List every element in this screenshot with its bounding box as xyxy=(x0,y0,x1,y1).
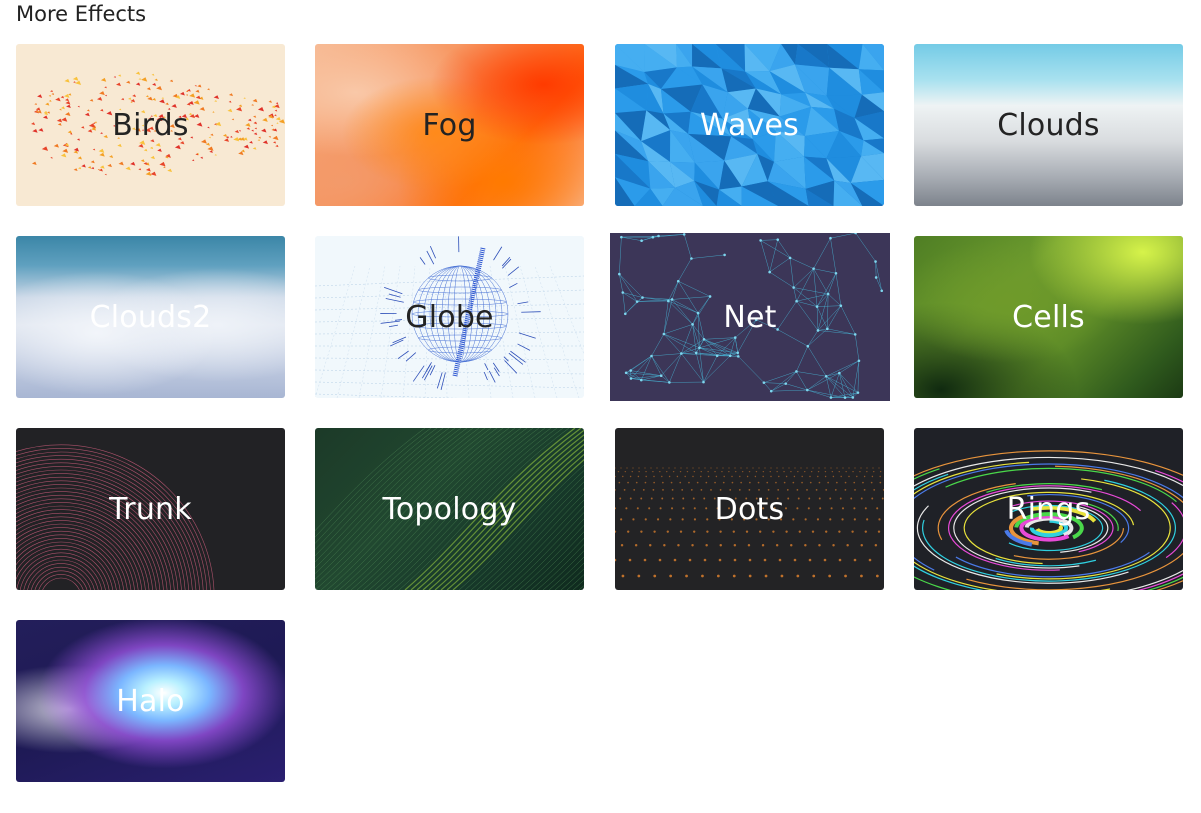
effect-tile-cells[interactable]: Cells xyxy=(914,236,1183,398)
effect-label: Topology xyxy=(382,491,517,527)
effect-tile-rings[interactable]: Rings xyxy=(914,428,1183,590)
effect-label: Globe xyxy=(405,299,494,335)
effect-tile-fog[interactable]: Fog xyxy=(315,44,584,206)
effect-tile-globe[interactable]: Globe xyxy=(315,236,584,398)
effect-label: Waves xyxy=(700,107,799,143)
effect-label: Dots xyxy=(714,491,785,527)
effect-label: Clouds xyxy=(997,107,1100,143)
effect-label: Halo xyxy=(116,683,185,719)
effect-tile-topology[interactable]: Topology xyxy=(315,428,584,590)
effect-tile-birds[interactable]: Birds xyxy=(16,44,285,206)
effects-page: More Effects Birds Fog Waves Clouds Clou… xyxy=(0,0,1201,813)
effect-tile-trunk[interactable]: Trunk xyxy=(16,428,285,590)
effect-tile-waves[interactable]: Waves xyxy=(615,44,884,206)
effect-label: Rings xyxy=(1006,491,1091,527)
effect-label: Trunk xyxy=(109,491,192,527)
effect-tile-halo[interactable]: Halo xyxy=(16,620,285,782)
effect-tile-net[interactable]: Net xyxy=(610,233,890,401)
effect-label: Cells xyxy=(1012,299,1085,335)
effect-label: Clouds2 xyxy=(89,299,212,335)
effect-label: Net xyxy=(723,299,777,335)
effect-label: Birds xyxy=(112,107,189,143)
section-title: More Effects xyxy=(16,2,147,26)
effect-tile-clouds[interactable]: Clouds xyxy=(914,44,1183,206)
effect-tile-dots[interactable]: Dots xyxy=(615,428,884,590)
effect-tile-clouds2[interactable]: Clouds2 xyxy=(16,236,285,398)
effect-label: Fog xyxy=(422,107,477,143)
